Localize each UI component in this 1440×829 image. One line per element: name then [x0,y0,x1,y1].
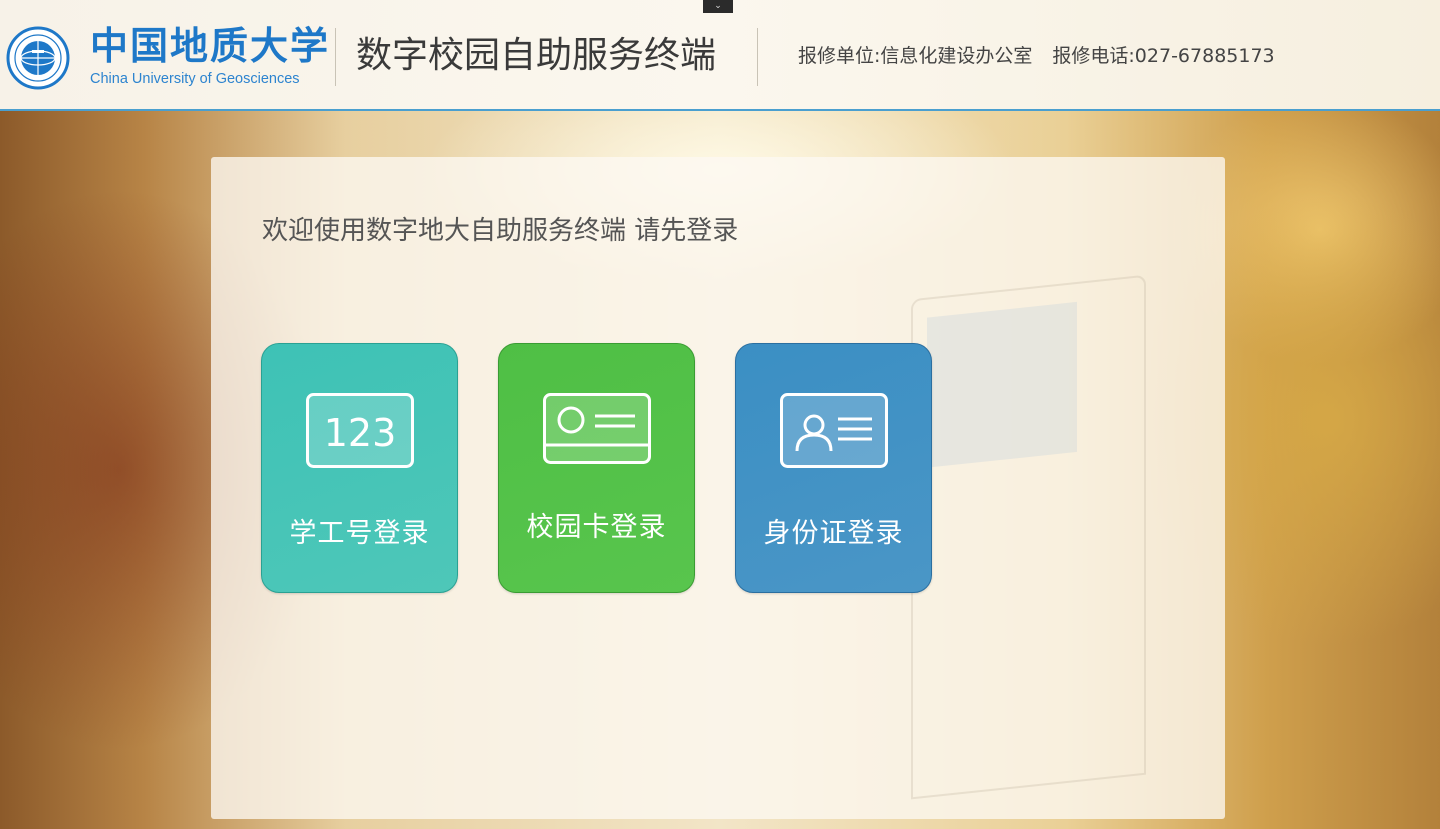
number-123-icon: 123 [306,393,414,468]
welcome-message: 欢迎使用数字地大自助服务终端 请先登录 [262,216,739,246]
tile-label: 学工号登录 [289,518,430,549]
id-card-login-button[interactable]: 身份证登录 [735,343,932,593]
kiosk-background-graphic [911,274,1146,800]
repair-info: 报修单位:信息化建设办公室 报修电话:027-67885173 [798,42,1275,70]
id-card-icon [780,393,888,468]
login-panel: 欢迎使用数字地大自助服务终端 请先登录 123 学工号登录 校园卡登录 身份证登… [211,157,1225,819]
tile-label: 校园卡登录 [526,512,667,543]
logo-english: China University of Geosciences [90,71,300,87]
system-title: 数字校园自助服务终端 [356,35,717,76]
header: 中国地质大学 China University of Geosciences 数… [0,0,1440,111]
chevron-down-icon: ⌄ [714,1,722,11]
repair-unit: 报修单位:信息化建设办公室 [798,45,1033,67]
campus-card-login-button[interactable]: 校园卡登录 [498,343,695,593]
header-divider [335,28,336,86]
student-id-login-button[interactable]: 123 学工号登录 [261,343,458,593]
logo-chinese: 中国地质大学 [90,23,331,68]
collapse-toggle[interactable]: ⌄ [703,0,733,13]
icon-text-123: 123 [324,411,397,455]
campus-card-icon [543,393,651,464]
tile-label: 身份证登录 [763,518,904,549]
header-divider [757,28,758,86]
university-seal-icon [6,26,70,90]
repair-phone: 报修电话:027-67885173 [1052,45,1275,67]
